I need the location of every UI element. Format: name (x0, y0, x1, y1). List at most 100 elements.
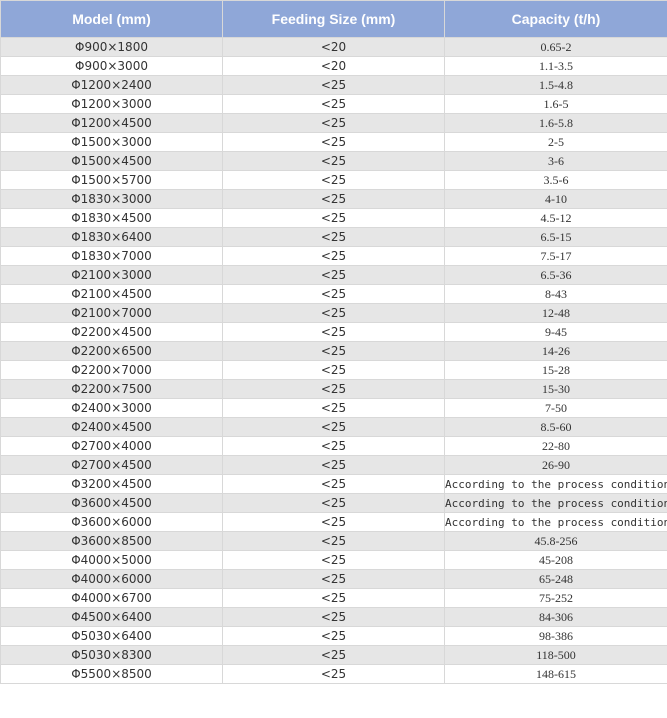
feeding-size-cell: <20 (222, 37, 445, 57)
table-row: Φ2100×4500 <25 8-43 (0, 284, 667, 304)
feeding-size-cell: <25 (222, 607, 445, 627)
specifications-table: Model (mm) Feeding Size (mm) Capacity (t… (0, 0, 667, 684)
feeding-size-cell: <25 (222, 360, 445, 380)
table-row: Φ900×1800 <20 0.65-2 (0, 37, 667, 57)
table-body: Φ900×1800 <20 0.65-2 Φ900×3000 <20 1.1-3.5 Φ12… (0, 37, 667, 684)
table-row: Φ1830×3000 <25 4-10 (0, 189, 667, 209)
capacity-cell: 15-28 (444, 360, 667, 380)
model-cell: Φ2400×4500 (0, 417, 223, 437)
model-cell: Φ2200×6500 (0, 341, 223, 361)
model-cell: Φ4000×6000 (0, 569, 223, 589)
feeding-size-cell: <25 (222, 151, 445, 171)
capacity-cell: 45-208 (444, 550, 667, 570)
table-row: Φ900×3000 <20 1.1-3.5 (0, 56, 667, 76)
table-row: Φ1830×7000 <25 7.5-17 (0, 246, 667, 266)
table-row: Φ4000×6700 <25 75-252 (0, 588, 667, 608)
feeding-size-cell: <25 (222, 512, 445, 532)
capacity-cell: 84-306 (444, 607, 667, 627)
feeding-size-cell: <25 (222, 569, 445, 589)
model-cell: Φ1200×3000 (0, 94, 223, 114)
capacity-cell: 12-48 (444, 303, 667, 323)
feeding-size-cell: <25 (222, 550, 445, 570)
table-row: Φ1500×5700 <25 3.5-6 (0, 170, 667, 190)
model-cell: Φ1200×2400 (0, 75, 223, 95)
capacity-cell: 1.6-5.8 (444, 113, 667, 133)
table-row: Φ2200×7500 <25 15-30 (0, 379, 667, 399)
model-cell: Φ3600×6000 (0, 512, 223, 532)
capacity-cell: 7.5-17 (444, 246, 667, 266)
capacity-cell: 14-26 (444, 341, 667, 361)
model-cell: Φ2100×3000 (0, 265, 223, 285)
capacity-cell: 3.5-6 (444, 170, 667, 190)
model-cell: Φ1500×4500 (0, 151, 223, 171)
capacity-cell: 65-248 (444, 569, 667, 589)
model-cell: Φ3600×8500 (0, 531, 223, 551)
feeding-size-cell: <25 (222, 170, 445, 190)
feeding-size-cell: <25 (222, 398, 445, 418)
model-cell: Φ1830×6400 (0, 227, 223, 247)
model-cell: Φ2400×3000 (0, 398, 223, 418)
table-row: Φ2400×4500 <25 8.5-60 (0, 417, 667, 437)
feeding-size-cell: <25 (222, 113, 445, 133)
feeding-size-cell: <25 (222, 75, 445, 95)
capacity-cell: 75-252 (444, 588, 667, 608)
feeding-size-cell: <25 (222, 265, 445, 285)
model-cell: Φ900×3000 (0, 56, 223, 76)
feeding-size-cell: <25 (222, 341, 445, 361)
capacity-cell: 0.65-2 (444, 37, 667, 57)
feeding-size-cell: <25 (222, 474, 445, 494)
model-cell: Φ1200×4500 (0, 113, 223, 133)
capacity-cell: 4.5-12 (444, 208, 667, 228)
capacity-cell: 6.5-15 (444, 227, 667, 247)
table-row: Φ3600×8500 <25 45.8-256 (0, 531, 667, 551)
capacity-cell: 6.5-36 (444, 265, 667, 285)
feeding-size-cell: <25 (222, 284, 445, 304)
column-header-model: Model (mm) (0, 0, 223, 38)
capacity-cell: 2-5 (444, 132, 667, 152)
capacity-cell: 1.5-4.8 (444, 75, 667, 95)
model-cell: Φ5030×8300 (0, 645, 223, 665)
capacity-cell: According to the process conditions (444, 512, 667, 532)
model-cell: Φ2200×7000 (0, 360, 223, 380)
model-cell: Φ5500×8500 (0, 664, 223, 684)
model-cell: Φ2100×7000 (0, 303, 223, 323)
table-row: Φ3600×4500 <25 According to the process co… (0, 493, 667, 513)
table-row: Φ2100×7000 <25 12-48 (0, 303, 667, 323)
table-row: Φ2400×3000 <25 7-50 (0, 398, 667, 418)
model-cell: Φ4000×5000 (0, 550, 223, 570)
capacity-cell: According to the process conditions (444, 493, 667, 513)
model-cell: Φ4500×6400 (0, 607, 223, 627)
feeding-size-cell: <25 (222, 94, 445, 114)
capacity-cell: 1.1-3.5 (444, 56, 667, 76)
header-row: Model (mm) Feeding Size (mm) Capacity (t… (0, 0, 667, 38)
model-cell: Φ2200×4500 (0, 322, 223, 342)
capacity-cell: 9-45 (444, 322, 667, 342)
table-row: Φ2200×4500 <25 9-45 (0, 322, 667, 342)
model-cell: Φ2700×4000 (0, 436, 223, 456)
table-row: Φ2200×6500 <25 14-26 (0, 341, 667, 361)
feeding-size-cell: <25 (222, 436, 445, 456)
capacity-cell: 3-6 (444, 151, 667, 171)
table-row: Φ1200×3000 <25 1.6-5 (0, 94, 667, 114)
feeding-size-cell: <25 (222, 455, 445, 475)
table-row: Φ2700×4000 <25 22-80 (0, 436, 667, 456)
feeding-size-cell: <25 (222, 208, 445, 228)
feeding-size-cell: <25 (222, 246, 445, 266)
table-row: Φ5030×6400 <25 98-386 (0, 626, 667, 646)
capacity-cell: 7-50 (444, 398, 667, 418)
feeding-size-cell: <25 (222, 531, 445, 551)
capacity-cell: 4-10 (444, 189, 667, 209)
model-cell: Φ1830×4500 (0, 208, 223, 228)
capacity-cell: 8.5-60 (444, 417, 667, 437)
table-row: Φ3600×6000 <25 According to the process co… (0, 512, 667, 532)
table-row: Φ1200×4500 <25 1.6-5.8 (0, 113, 667, 133)
table-row: Φ2700×4500 <25 26-90 (0, 455, 667, 475)
model-cell: Φ1830×3000 (0, 189, 223, 209)
feeding-size-cell: <25 (222, 664, 445, 684)
table-row: Φ5030×8300 <25 118-500 (0, 645, 667, 665)
capacity-cell: 98-386 (444, 626, 667, 646)
table-row: Φ5500×8500 <25 148-615 (0, 664, 667, 684)
feeding-size-cell: <25 (222, 626, 445, 646)
table-header: Model (mm) Feeding Size (mm) Capacity (t… (0, 0, 667, 38)
capacity-cell: 1.6-5 (444, 94, 667, 114)
